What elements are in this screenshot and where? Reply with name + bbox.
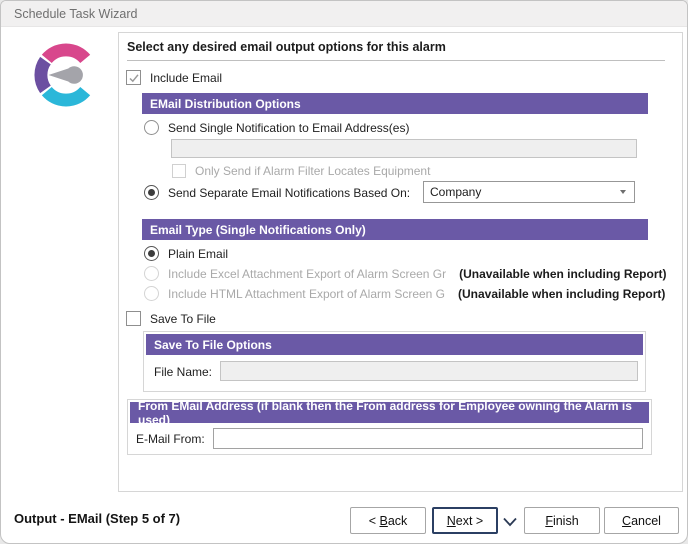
alarm-filter-checkbox	[172, 164, 186, 178]
plain-email-radio[interactable]	[144, 246, 159, 261]
window-title: Schedule Task Wizard	[14, 7, 137, 21]
save-to-file-label: Save To File	[150, 312, 216, 326]
wizard-page-panel: Select any desired email output options …	[118, 32, 683, 492]
save-to-file-options-header: Save To File Options	[146, 334, 643, 355]
schedule-task-wizard-window: Schedule Task Wizard Select any desired …	[0, 0, 688, 544]
include-email-label: Include Email	[150, 71, 222, 85]
save-to-file-groupbox: Save To File Options File Name:	[143, 331, 646, 392]
separate-notifications-label: Send Separate Email Notifications Based …	[168, 186, 410, 200]
checkmark-icon	[128, 72, 140, 84]
cancel-button[interactable]: Cancel	[604, 507, 679, 534]
from-email-groupbox: From EMail Address (if blank then the Fr…	[127, 399, 652, 455]
html-attachment-radio	[144, 286, 159, 301]
next-options-chevron-icon[interactable]	[502, 514, 518, 532]
save-to-file-checkbox[interactable]	[126, 311, 141, 326]
plain-email-row: Plain Email	[144, 246, 228, 261]
include-email-row: Include Email	[126, 70, 222, 85]
instruction-divider	[127, 60, 665, 61]
single-notification-label: Send Single Notification to Email Addres…	[168, 121, 409, 135]
app-logo-icon	[25, 37, 107, 118]
html-attachment-row: Include HTML Attachment Export of Alarm …	[144, 286, 665, 301]
based-on-value: Company	[430, 185, 481, 199]
file-name-input	[220, 361, 638, 381]
excel-attachment-label: Include Excel Attachment Export of Alarm…	[168, 267, 446, 281]
separate-notifications-radio[interactable]	[144, 185, 159, 200]
dropdown-arrow-icon	[620, 190, 626, 194]
email-type-header: Email Type (Single Notifications Only)	[142, 219, 648, 240]
save-to-file-row: Save To File	[126, 311, 216, 326]
wizard-step-status: Output - EMail (Step 5 of 7)	[14, 511, 180, 526]
excel-attachment-row: Include Excel Attachment Export of Alarm…	[144, 266, 667, 281]
distribution-options-header: EMail Distribution Options	[142, 93, 648, 114]
alarm-filter-label: Only Send if Alarm Filter Locates Equipm…	[195, 164, 430, 178]
excel-unavailable-note: (Unavailable when including Report)	[459, 267, 666, 281]
separate-notifications-row: Send Separate Email Notifications Based …	[144, 185, 410, 200]
next-button[interactable]: Next >	[432, 507, 498, 534]
single-notification-radio[interactable]	[144, 120, 159, 135]
page-instruction: Select any desired email output options …	[127, 40, 446, 54]
file-name-label: File Name:	[154, 365, 212, 379]
from-email-header: From EMail Address (if blank then the Fr…	[130, 402, 649, 423]
email-addresses-input	[171, 139, 637, 158]
email-from-input[interactable]	[213, 428, 643, 449]
html-attachment-label: Include HTML Attachment Export of Alarm …	[168, 287, 445, 301]
titlebar: Schedule Task Wizard	[1, 1, 687, 27]
finish-button[interactable]: Finish	[524, 507, 600, 534]
back-button[interactable]: < Back	[350, 507, 426, 534]
html-unavailable-note: (Unavailable when including Report)	[458, 287, 665, 301]
single-notification-row: Send Single Notification to Email Addres…	[144, 120, 409, 135]
email-from-label: E-Mail From:	[136, 432, 205, 446]
plain-email-label: Plain Email	[168, 247, 228, 261]
excel-attachment-radio	[144, 266, 159, 281]
alarm-filter-row: Only Send if Alarm Filter Locates Equipm…	[172, 164, 430, 178]
based-on-dropdown[interactable]: Company	[423, 181, 635, 203]
include-email-checkbox[interactable]	[126, 70, 141, 85]
